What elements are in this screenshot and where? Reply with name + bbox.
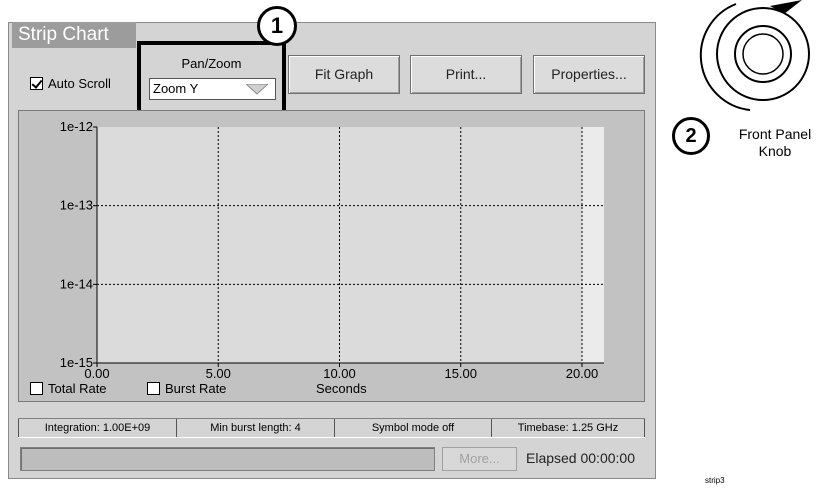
x-tick-label: 15.00 [444, 366, 477, 381]
x-tick-label: 20.00 [566, 366, 599, 381]
dropdown-arrow-icon[interactable] [246, 84, 268, 95]
auto-scroll-check-icon[interactable] [30, 76, 43, 90]
pan-zoom-selected-value: Zoom Y [153, 81, 199, 96]
total-rate-checkbox[interactable]: Total Rate [30, 381, 107, 396]
window-title: Strip Chart [12, 22, 136, 48]
plot-area [97, 127, 604, 363]
status-symbol-mode: Symbol mode off [334, 419, 491, 437]
pan-zoom-label: Pan/Zoom [181, 56, 242, 71]
progress-field [20, 447, 435, 471]
elapsed-time: Elapsed 00:00:00 [526, 450, 635, 466]
x-tick-label: 0.00 [84, 366, 109, 381]
properties-button[interactable]: Properties... [533, 55, 645, 94]
more-button[interactable]: More... [442, 447, 517, 471]
burst-rate-checkbox[interactable]: Burst Rate [147, 381, 226, 396]
status-integration: Integration: 1.00E+09 [18, 419, 176, 437]
callout-1: 1 [257, 6, 297, 46]
knob-label: Front Panel Knob [726, 126, 824, 160]
total-rate-label: Total Rate [48, 381, 107, 396]
total-rate-check-icon[interactable] [30, 382, 43, 395]
fit-graph-button[interactable]: Fit Graph [288, 55, 400, 94]
auto-scroll-label: Auto Scroll [48, 75, 111, 91]
knob-label-line2: Knob [758, 143, 792, 159]
burst-rate-check-icon[interactable] [147, 382, 160, 395]
y-tick-label: 1e-12 [60, 119, 93, 134]
status-timebase: Timebase: 1.25 GHz [491, 419, 645, 437]
pan-zoom-select[interactable]: Zoom Y [149, 78, 276, 100]
status-bar: Integration: 1.00E+09 Min burst length: … [18, 418, 645, 438]
front-panel-knob-icon [699, 0, 810, 111]
x-tick-label: 10.00 [323, 366, 356, 381]
y-tick-label: 1e-14 [60, 276, 93, 291]
x-axis-label: Seconds [316, 381, 367, 396]
pan-zoom-group: Pan/Zoom Zoom Y [137, 41, 286, 117]
auto-scroll-checkbox[interactable]: Auto Scroll [30, 75, 111, 91]
y-tick-label: 1e-13 [60, 198, 93, 213]
x-tick-label: 5.00 [206, 366, 231, 381]
chart-panel: 1e-12 1e-13 1e-14 1e-15 0.00 5.00 10.00 15.00 2… [18, 110, 645, 402]
status-min-burst: Min burst length: 4 [176, 419, 334, 437]
print-button[interactable]: Print... [410, 55, 522, 94]
knob-label-line1: Front Panel [738, 126, 812, 142]
plot-edge-band [582, 127, 604, 363]
callout-2: 2 [672, 117, 710, 155]
burst-rate-label: Burst Rate [165, 381, 227, 396]
figure-reference: strip3 [705, 476, 725, 485]
strip-chart-plot: 1e-121e-131e-141e-15 0.00 5.00 10.00 15.00 2… [60, 119, 604, 381]
